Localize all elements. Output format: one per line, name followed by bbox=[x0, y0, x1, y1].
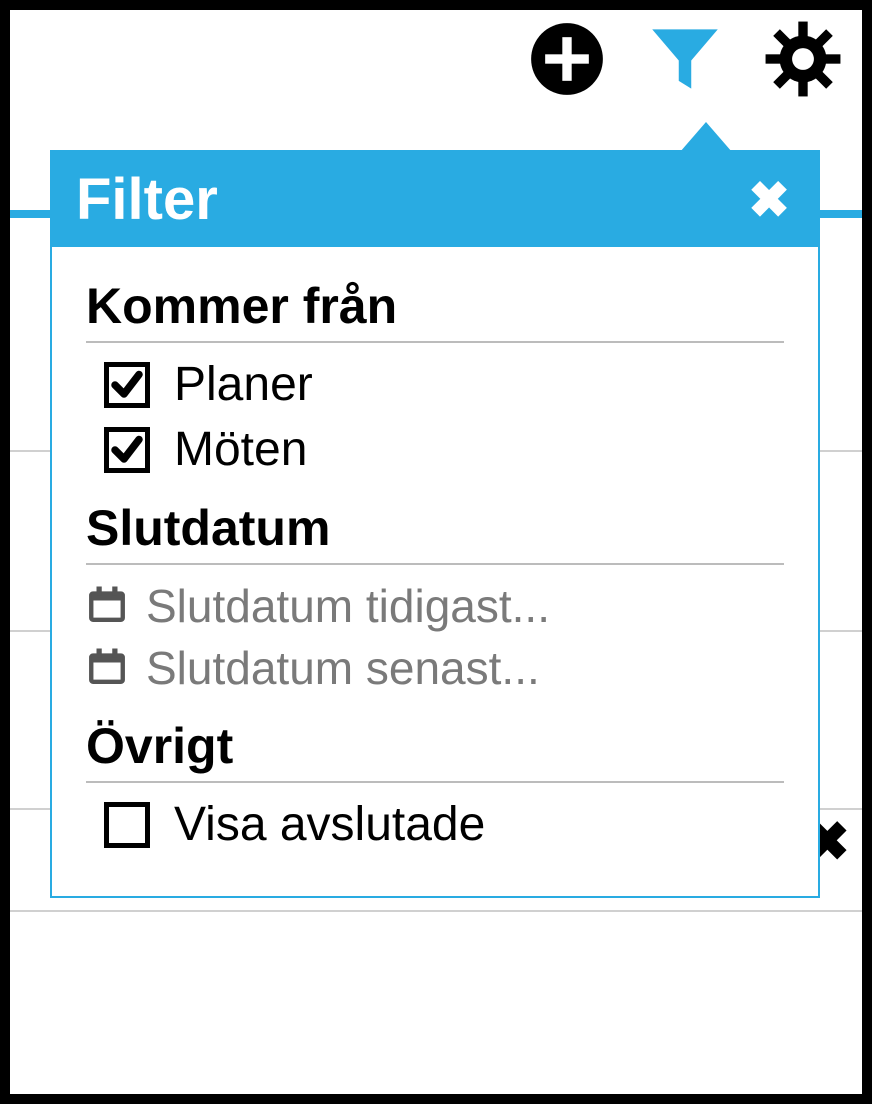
section-divider bbox=[86, 563, 784, 565]
filter-panel-body: Kommer från Planer Möten Slutdatum bbox=[52, 247, 818, 896]
close-icon[interactable]: ✖ bbox=[748, 175, 790, 225]
checkbox-icon bbox=[104, 802, 150, 848]
checkbox-label: Visa avslutade bbox=[174, 797, 485, 852]
checkbox-icon bbox=[104, 427, 150, 473]
section-title-source: Kommer från bbox=[86, 277, 784, 335]
filter-panel: Filter ✖ Kommer från Planer Möten Slutda… bbox=[50, 150, 820, 898]
popover-caret bbox=[680, 122, 732, 152]
bg-row-divider bbox=[10, 910, 862, 912]
checkbox-label: Planer bbox=[174, 357, 313, 412]
filter-panel-header: Filter ✖ bbox=[52, 152, 818, 247]
add-icon[interactable] bbox=[528, 20, 606, 98]
toolbar bbox=[528, 20, 842, 98]
filter-icon[interactable] bbox=[646, 20, 724, 98]
calendar-icon bbox=[86, 645, 128, 692]
checkbox-visa-avslutade[interactable]: Visa avslutade bbox=[104, 797, 784, 852]
checkbox-moten[interactable]: Möten bbox=[104, 422, 784, 477]
date-placeholder: Slutdatum tidigast... bbox=[146, 579, 550, 633]
checkbox-label: Möten bbox=[174, 422, 307, 477]
filter-panel-title: Filter bbox=[76, 166, 218, 233]
date-input-earliest[interactable]: Slutdatum tidigast... bbox=[86, 579, 784, 633]
checkbox-planer[interactable]: Planer bbox=[104, 357, 784, 412]
date-input-latest[interactable]: Slutdatum senast... bbox=[86, 641, 784, 695]
section-title-other: Övrigt bbox=[86, 717, 784, 775]
date-placeholder: Slutdatum senast... bbox=[146, 641, 540, 695]
checkbox-icon bbox=[104, 362, 150, 408]
gear-icon[interactable] bbox=[764, 20, 842, 98]
calendar-icon bbox=[86, 583, 128, 630]
section-divider bbox=[86, 341, 784, 343]
section-title-enddate: Slutdatum bbox=[86, 499, 784, 557]
section-divider bbox=[86, 781, 784, 783]
